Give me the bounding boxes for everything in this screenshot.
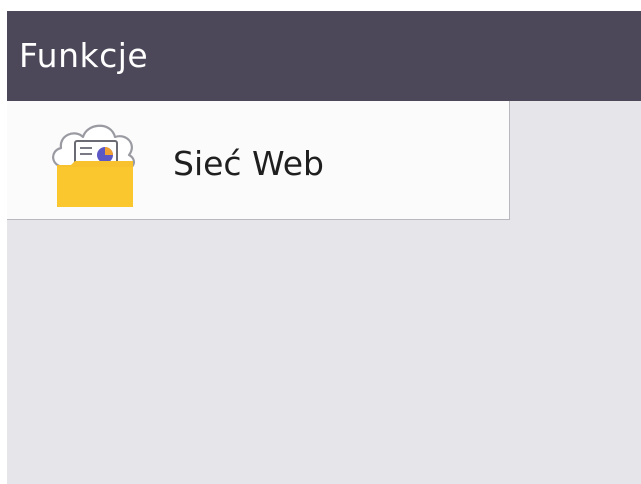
menu-item-label: Sieć Web <box>173 144 324 183</box>
menu-item-web[interactable]: Sieć Web <box>7 101 510 220</box>
screen: Funkcje Sieć Web <box>7 11 641 484</box>
title-bar: Funkcje <box>7 11 641 101</box>
web-connect-icon <box>45 115 141 207</box>
page-title: Funkcje <box>19 36 149 75</box>
